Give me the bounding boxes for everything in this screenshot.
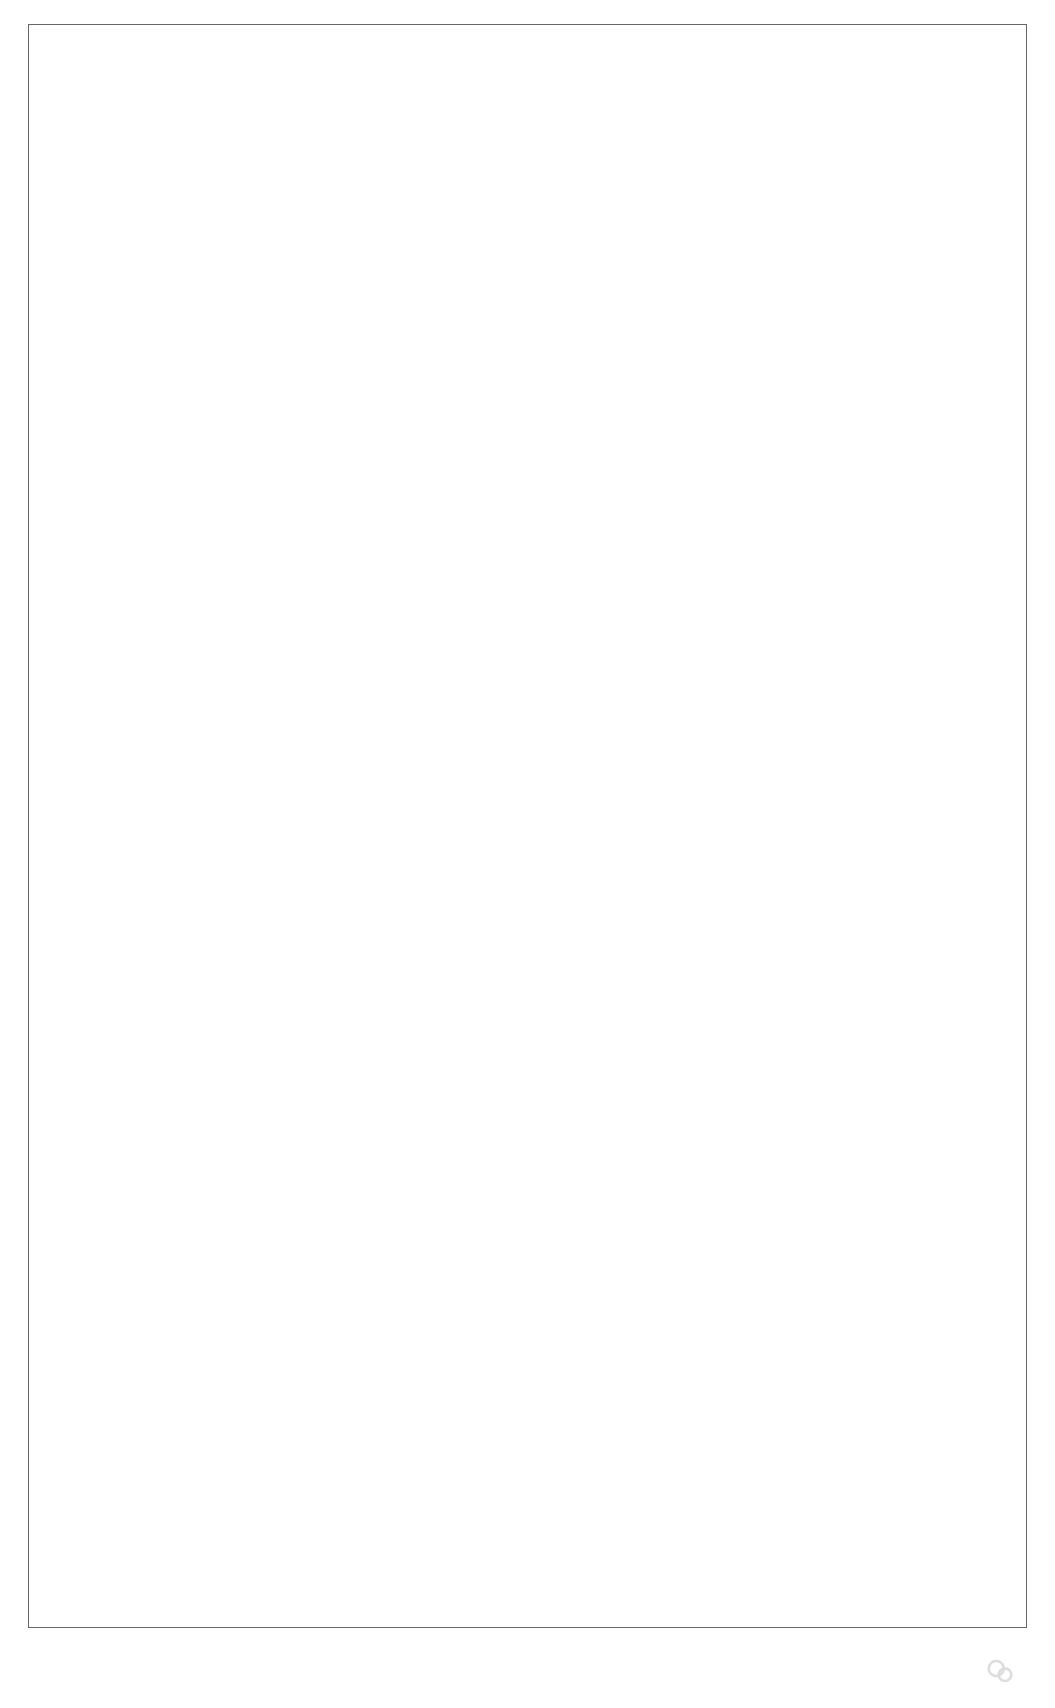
diagram-frame [28, 24, 1027, 1628]
watermark [985, 1656, 1025, 1686]
wechat-icon [985, 1656, 1015, 1686]
diagram-root [0, 0, 1055, 1708]
edges-layer [29, 25, 329, 175]
